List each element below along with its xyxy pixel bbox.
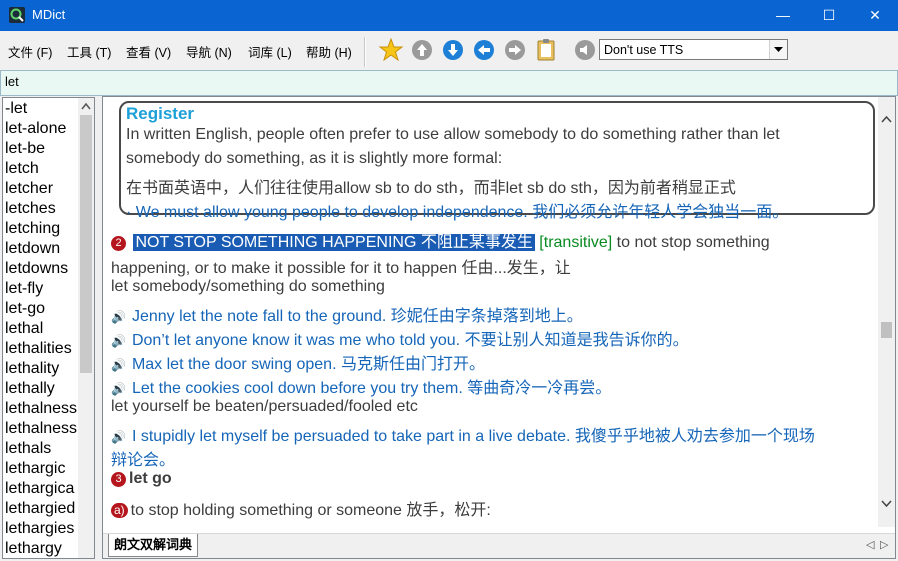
search-input[interactable]: [5, 74, 865, 89]
tab-prev-icon[interactable]: ◁: [866, 538, 874, 551]
window-title: MDict: [32, 7, 66, 22]
scroll-up-icon[interactable]: [881, 115, 892, 123]
register-example: · We must allow young people to develop …: [126, 204, 789, 221]
definition-pane: Register In written English, people ofte…: [102, 96, 896, 559]
word-list-item[interactable]: let-fly: [5, 280, 43, 298]
example-3: 🔊 Max let the door swing open. 马克斯任由门打开。: [111, 350, 485, 374]
tab-next-icon[interactable]: ▷: [880, 538, 888, 551]
dictionary-tab-bar: 朗文双解词典 ◁ ▷: [103, 533, 895, 558]
example-text: Don’t let anyone know it was me who told…: [131, 332, 689, 349]
sense-2-header: 2 NOT STOP SOMETHING HAPPENING 不阻止某事发生 […: [111, 228, 770, 252]
example-5: 🔊 I stupidly let myself be persuaded to t…: [111, 422, 815, 446]
word-list-item[interactable]: lethalness: [5, 420, 77, 438]
example-4: 🔊 Let the cookies cool down before you tr…: [111, 374, 611, 398]
register-line-3: 在书面英语中，人们往往使用allow sb to do sth，而非let sb…: [126, 180, 736, 197]
sense-3-headword: let go: [129, 470, 172, 487]
register-line-1: In written English, people often prefer …: [126, 126, 780, 143]
example-text: Max let the door swing open. 马克斯任由门打开。: [131, 356, 485, 373]
search-bar: [0, 70, 898, 96]
word-list-scroll-thumb[interactable]: [80, 115, 92, 373]
example-2: 🔊 Don’t let anyone know it was me who tol…: [111, 326, 689, 350]
up-arrow-icon[interactable]: [409, 37, 435, 63]
word-list-item[interactable]: -let: [5, 100, 27, 118]
word-list-item[interactable]: lethality: [5, 360, 59, 378]
register-line-2: somebody do something, as it is slightly…: [126, 150, 503, 167]
close-button[interactable]: ✕: [852, 0, 898, 31]
grammar-pattern: let somebody/something do something: [111, 278, 385, 295]
sense-2-definition: to not stop something: [616, 234, 770, 251]
word-list-item[interactable]: lethargied: [5, 500, 75, 518]
sense-number: 3: [111, 472, 126, 487]
minimize-button[interactable]: —: [760, 0, 806, 31]
favorite-star-icon[interactable]: [378, 37, 404, 63]
word-list-item[interactable]: lethargic: [5, 460, 65, 478]
sense-2-definition-cont: happening, or to make it possible for it…: [111, 260, 571, 277]
word-list-item[interactable]: letdown: [5, 240, 60, 258]
sense-3-definition: a) to stop holding something or someone 放…: [111, 496, 491, 520]
audio-icon[interactable]: 🔊: [111, 382, 126, 396]
toolbar-separator: [364, 37, 366, 67]
word-list-item[interactable]: lethargies: [5, 520, 74, 538]
word-list-item[interactable]: lethalness: [5, 400, 77, 418]
word-list-item[interactable]: lethal: [5, 320, 43, 338]
scroll-up-icon[interactable]: [81, 102, 91, 110]
grammar-pattern-2: let yourself be beaten/persuaded/fooled …: [111, 398, 418, 415]
definition-scroll-thumb[interactable]: [881, 322, 892, 338]
forward-arrow-icon[interactable]: [502, 37, 528, 63]
word-list-item[interactable]: letches: [5, 200, 56, 218]
sense-3-definition-text: to stop holding something or someone 放手，…: [130, 502, 491, 519]
register-heading: Register: [126, 104, 195, 123]
audio-icon[interactable]: 🔊: [111, 310, 126, 324]
audio-icon[interactable]: 🔊: [111, 358, 126, 372]
word-list-item[interactable]: letch: [5, 160, 39, 178]
word-list-item[interactable]: let-alone: [5, 120, 66, 138]
tts-dropdown[interactable]: Don't use TTS: [599, 39, 788, 60]
audio-icon[interactable]: 🔊: [111, 334, 126, 348]
sense-3-header: 3 let go: [111, 470, 172, 488]
tab-longman[interactable]: 朗文双解词典: [108, 534, 199, 557]
grammar-tag: [transitive]: [539, 234, 613, 251]
word-list-item[interactable]: lethargica: [5, 480, 74, 498]
word-list-item[interactable]: let-go: [5, 300, 45, 318]
maximize-button[interactable]: ☐: [806, 0, 852, 31]
audio-icon[interactable]: 🔊: [111, 430, 126, 444]
menu-help[interactable]: 帮助 (H): [306, 42, 352, 61]
menu-navigate[interactable]: 导航 (N): [186, 42, 232, 61]
scroll-down-icon[interactable]: [881, 500, 892, 508]
word-list-item[interactable]: lethally: [5, 380, 55, 398]
example-text: I stupidly let myself be persuaded to ta…: [131, 428, 815, 445]
back-arrow-icon[interactable]: [471, 37, 497, 63]
word-list-item[interactable]: letdowns: [5, 260, 68, 278]
word-list: -let let-alone let-be letch letcher letc…: [2, 97, 95, 559]
word-list-item[interactable]: letching: [5, 220, 60, 238]
menu-file[interactable]: 文件 (F): [8, 42, 52, 61]
register-box: Register In written English, people ofte…: [119, 101, 875, 221]
sense-number: 2: [111, 236, 126, 251]
title-bar: MDict — ☐ ✕: [0, 0, 898, 31]
word-list-item[interactable]: letcher: [5, 180, 53, 198]
example-5-cont: 辩论会。: [111, 452, 176, 469]
sense-2-headword: NOT STOP SOMETHING HAPPENING 不阻止某事发生: [133, 234, 535, 251]
example-text: Jenny let the note fall to the ground. 珍…: [131, 308, 583, 325]
chevron-down-icon[interactable]: [769, 40, 787, 59]
tts-dropdown-value: Don't use TTS: [604, 43, 684, 57]
definition-scrollbar[interactable]: [878, 97, 895, 527]
word-list-scrollbar[interactable]: [78, 98, 94, 558]
mdict-app-icon: [9, 7, 25, 23]
word-list-item[interactable]: let-be: [5, 140, 45, 158]
example-text: Let the cookies cool down before you try…: [131, 380, 612, 397]
word-list-item[interactable]: lethargy: [5, 540, 62, 558]
word-list-item[interactable]: lethals: [5, 440, 51, 458]
menu-tools[interactable]: 工具 (T): [67, 42, 111, 61]
example-1: 🔊 Jenny let the note fall to the ground. …: [111, 302, 583, 326]
clipboard-icon[interactable]: [533, 37, 559, 63]
down-arrow-icon[interactable]: [440, 37, 466, 63]
menu-library[interactable]: 词库 (L): [248, 42, 292, 61]
menu-view[interactable]: 查看 (V): [126, 42, 171, 61]
word-list-item[interactable]: lethalities: [5, 340, 72, 358]
sub-sense-label: a): [111, 503, 128, 518]
speaker-icon[interactable]: [572, 37, 598, 63]
